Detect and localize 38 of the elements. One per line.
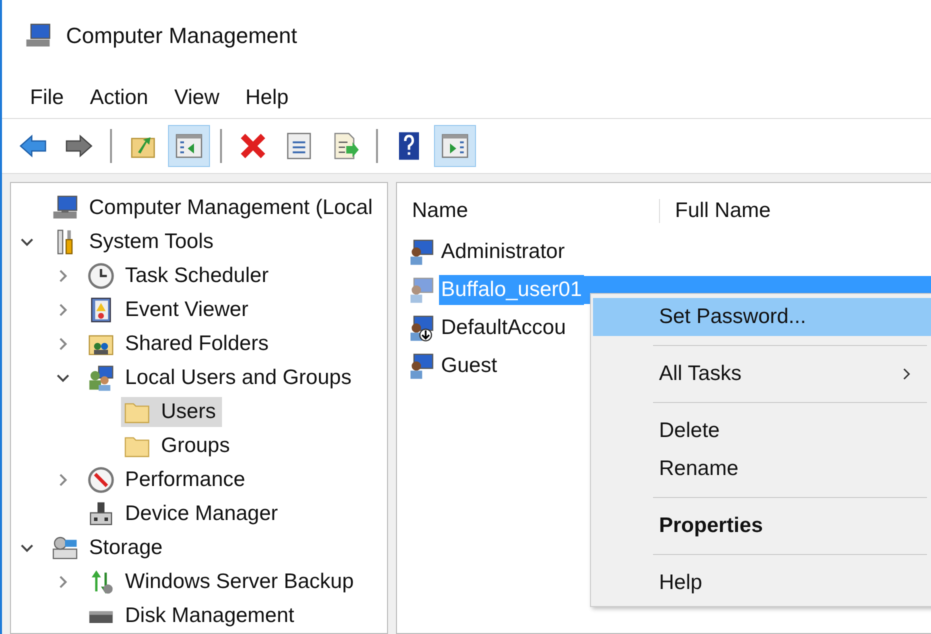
- tree-item[interactable]: Local Users and Groups: [85, 363, 358, 393]
- clock-icon: [87, 262, 115, 290]
- tree-item[interactable]: Task Scheduler: [85, 261, 275, 291]
- user-name[interactable]: Guest: [439, 351, 500, 381]
- tree-item[interactable]: Groups: [121, 431, 236, 461]
- menu-item[interactable]: Set Password...: [593, 298, 931, 336]
- menu-item[interactable]: Help: [593, 564, 931, 602]
- menu-item[interactable]: View: [174, 86, 220, 110]
- menu-item[interactable]: Properties: [593, 507, 931, 545]
- tree-item[interactable]: Windows Server Backup: [85, 567, 360, 597]
- tree-item[interactable]: Performance: [85, 465, 252, 495]
- tree-item[interactable]: Computer Management (Local: [49, 193, 379, 223]
- tree-item[interactable]: Users: [121, 397, 222, 427]
- delete-icon: [238, 131, 268, 161]
- menu-item[interactable]: File: [30, 86, 64, 110]
- action-pane-button[interactable]: [434, 125, 476, 167]
- storage-icon: [51, 534, 79, 562]
- column-header[interactable]: Name: [397, 199, 660, 223]
- menu-item[interactable]: Rename: [593, 450, 931, 488]
- tree-item[interactable]: Device Manager: [85, 499, 284, 529]
- tree-item[interactable]: Event Viewer: [85, 295, 254, 325]
- tree-item[interactable]: Storage: [49, 533, 169, 563]
- pane-left-icon: [174, 131, 204, 161]
- tree-pane-button[interactable]: [168, 125, 210, 167]
- users-icon: [87, 364, 115, 392]
- menu-item[interactable]: Help: [245, 86, 289, 110]
- user-name[interactable]: Administrator: [439, 237, 567, 267]
- column-header[interactable]: Full Name: [660, 199, 771, 223]
- properties-icon: [284, 131, 314, 161]
- tree-item[interactable]: System Tools: [49, 227, 220, 257]
- tree-item[interactable]: Disk Management: [85, 601, 300, 631]
- window-title: Computer Management: [66, 23, 298, 49]
- menu-item[interactable]: Delete: [593, 412, 931, 450]
- pane-right-icon: [440, 131, 470, 161]
- device-icon: [87, 500, 115, 528]
- menu-item[interactable]: Action: [90, 86, 148, 110]
- tree-item[interactable]: Shared Folders: [85, 329, 275, 359]
- menu-item[interactable]: All Tasks: [593, 355, 931, 393]
